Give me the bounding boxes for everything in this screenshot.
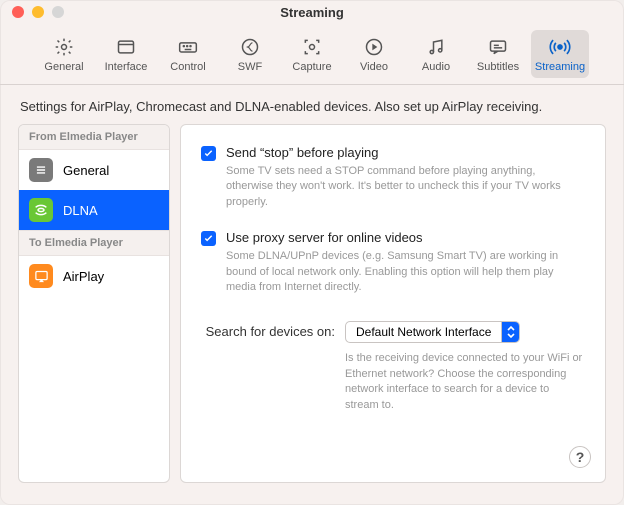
network-interface-popup[interactable]: Default Network Interface xyxy=(345,321,520,343)
option-title: Use proxy server for online videos xyxy=(226,230,585,245)
option-desc: Some DLNA/UPnP devices (e.g. Samsung Sma… xyxy=(226,249,585,295)
airplay-icon xyxy=(29,264,53,288)
zoom-button[interactable] xyxy=(52,6,64,18)
capture-icon xyxy=(302,36,322,58)
general-icon xyxy=(29,158,53,182)
tab-label: Capture xyxy=(292,61,331,73)
search-devices-hint: Is the receiving device connected to you… xyxy=(345,351,585,413)
sidebar-item-dlna[interactable]: DLNA xyxy=(19,190,169,230)
tab-label: Streaming xyxy=(535,61,585,73)
streaming-icon xyxy=(549,36,571,58)
tab-subtitles[interactable]: Subtitles xyxy=(469,30,527,78)
content-area: From Elmedia Player General DLNA To Elme… xyxy=(0,124,624,501)
video-icon xyxy=(364,36,384,58)
traffic-lights xyxy=(0,6,64,18)
tab-label: Audio xyxy=(422,61,450,73)
help-glyph: ? xyxy=(576,449,585,465)
tab-label: General xyxy=(44,61,83,73)
option-body: Send “stop” before playing Some TV sets … xyxy=(226,145,585,210)
sidebar: From Elmedia Player General DLNA To Elme… xyxy=(18,124,170,483)
tab-streaming[interactable]: Streaming xyxy=(531,30,589,78)
window-icon xyxy=(116,36,136,58)
minimize-button[interactable] xyxy=(32,6,44,18)
sidebar-item-label: General xyxy=(63,163,109,178)
flash-icon xyxy=(240,36,260,58)
tab-label: Subtitles xyxy=(477,61,519,73)
chevron-updown-icon xyxy=(501,322,519,342)
sidebar-section-to: To Elmedia Player xyxy=(19,230,169,256)
tab-control[interactable]: Control xyxy=(159,30,217,78)
tab-video[interactable]: Video xyxy=(345,30,403,78)
sidebar-item-general[interactable]: General xyxy=(19,150,169,190)
sidebar-item-label: AirPlay xyxy=(63,269,104,284)
settings-panel: Send “stop” before playing Some TV sets … xyxy=(180,124,606,483)
toolbar: General Interface Control SWF Capture xyxy=(0,24,624,85)
window-title: Streaming xyxy=(0,5,624,20)
sidebar-section-from: From Elmedia Player xyxy=(19,125,169,150)
tab-capture[interactable]: Capture xyxy=(283,30,341,78)
option-body: Use proxy server for online videos Some … xyxy=(226,230,585,295)
option-use-proxy: Use proxy server for online videos Some … xyxy=(201,230,585,295)
tab-general[interactable]: General xyxy=(35,30,93,78)
keyboard-icon xyxy=(178,36,198,58)
search-devices-right: Default Network Interface Is the receivi… xyxy=(345,321,585,413)
dlna-icon xyxy=(29,198,53,222)
tab-swf[interactable]: SWF xyxy=(221,30,279,78)
tab-interface[interactable]: Interface xyxy=(97,30,155,78)
preferences-window: Streaming General Interface Control SWF xyxy=(0,0,624,505)
search-devices-label: Search for devices on: xyxy=(201,321,335,413)
music-icon xyxy=(426,36,446,58)
tab-label: Video xyxy=(360,61,388,73)
popup-value: Default Network Interface xyxy=(346,325,501,339)
option-desc: Some TV sets need a STOP command before … xyxy=(226,164,585,210)
option-title: Send “stop” before playing xyxy=(226,145,585,160)
sidebar-item-label: DLNA xyxy=(63,203,98,218)
help-button[interactable]: ? xyxy=(569,446,591,468)
tab-audio[interactable]: Audio xyxy=(407,30,465,78)
titlebar: Streaming xyxy=(0,0,624,24)
use-proxy-checkbox[interactable] xyxy=(201,231,216,246)
tab-label: Interface xyxy=(105,61,148,73)
option-send-stop: Send “stop” before playing Some TV sets … xyxy=(201,145,585,210)
tab-label: Control xyxy=(170,61,205,73)
sidebar-item-airplay[interactable]: AirPlay xyxy=(19,256,169,296)
subtitles-icon xyxy=(488,36,508,58)
send-stop-checkbox[interactable] xyxy=(201,146,216,161)
close-button[interactable] xyxy=(12,6,24,18)
search-devices-row: Search for devices on: Default Network I… xyxy=(201,321,585,413)
tab-label: SWF xyxy=(238,61,262,73)
gear-icon xyxy=(54,36,74,58)
page-description: Settings for AirPlay, Chromecast and DLN… xyxy=(0,85,624,124)
